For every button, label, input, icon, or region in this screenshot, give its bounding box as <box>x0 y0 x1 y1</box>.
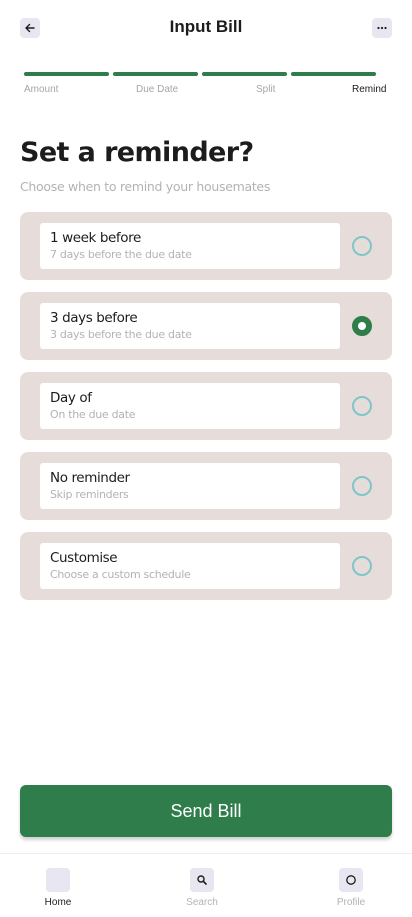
radio-3-days[interactable] <box>352 316 372 336</box>
step-bar-amount <box>24 72 109 76</box>
nav-item-search[interactable]: Search <box>172 868 232 908</box>
step-label-split: Split <box>256 84 276 95</box>
nav-label-search: Search <box>186 897 218 908</box>
option-description: Choose a custom schedule <box>50 568 191 581</box>
page-title: Input Bill <box>169 17 243 36</box>
reminder-option-day-of[interactable]: Day of On the due date <box>20 372 392 440</box>
profile-icon <box>339 868 363 892</box>
radio-day-of[interactable] <box>352 396 372 416</box>
option-text-box: No reminder Skip reminders <box>40 463 340 509</box>
step-bar-split <box>202 72 287 76</box>
reminder-option-custom[interactable]: Customise Choose a custom schedule <box>20 532 392 600</box>
option-description: 3 days before the due date <box>50 328 192 341</box>
option-label: 3 days before <box>50 310 138 326</box>
option-label: 1 week before <box>50 230 141 246</box>
send-bill-button[interactable]: Send Bill <box>20 785 392 837</box>
step-bar-remind <box>291 72 376 76</box>
option-label: Customise <box>50 550 118 566</box>
reminder-option-none[interactable]: No reminder Skip reminders <box>20 452 392 520</box>
search-icon <box>190 868 214 892</box>
option-label: Day of <box>50 390 92 406</box>
step-label-remind: Remind <box>352 84 387 95</box>
radio-customise[interactable] <box>352 556 372 576</box>
radio-no-reminder[interactable] <box>352 476 372 496</box>
option-description: Skip reminders <box>50 488 129 501</box>
more-horizontal-icon <box>377 26 387 30</box>
option-label: No reminder <box>50 470 130 486</box>
reminder-option-1-week[interactable]: 1 week before 7 days before the due date <box>20 212 392 280</box>
reminder-option-3-days[interactable]: 3 days before 3 days before the due date <box>20 292 392 360</box>
nav-item-home[interactable]: Home <box>28 868 88 908</box>
option-description: On the due date <box>50 408 136 421</box>
option-description: 7 days before the due date <box>50 248 192 261</box>
nav-item-profile[interactable]: Profile <box>321 868 381 908</box>
section-subheading: Choose when to remind your housemates <box>20 179 271 194</box>
option-text-box: Day of On the due date <box>40 383 340 429</box>
nav-label-profile: Profile <box>336 897 366 908</box>
section-heading: Set a reminder? <box>20 137 254 168</box>
radio-1-week[interactable] <box>352 236 372 256</box>
option-text-box: Customise Choose a custom schedule <box>40 543 340 589</box>
step-label-due-date: Due Date <box>136 84 179 95</box>
header: Input Bill <box>0 0 412 58</box>
option-text-box: 1 week before 7 days before the due date <box>40 223 340 269</box>
step-bar-due-date <box>113 72 198 76</box>
home-icon <box>46 868 70 892</box>
option-text-box: 3 days before 3 days before the due date <box>40 303 340 349</box>
more-button[interactable] <box>372 18 392 38</box>
progress-stepper: Amount Due Date Split Remind <box>24 72 386 102</box>
step-label-amount: Amount <box>24 84 59 95</box>
nav-label-home: Home <box>44 897 72 908</box>
bottom-navigation: Home Search Profile <box>0 853 412 917</box>
